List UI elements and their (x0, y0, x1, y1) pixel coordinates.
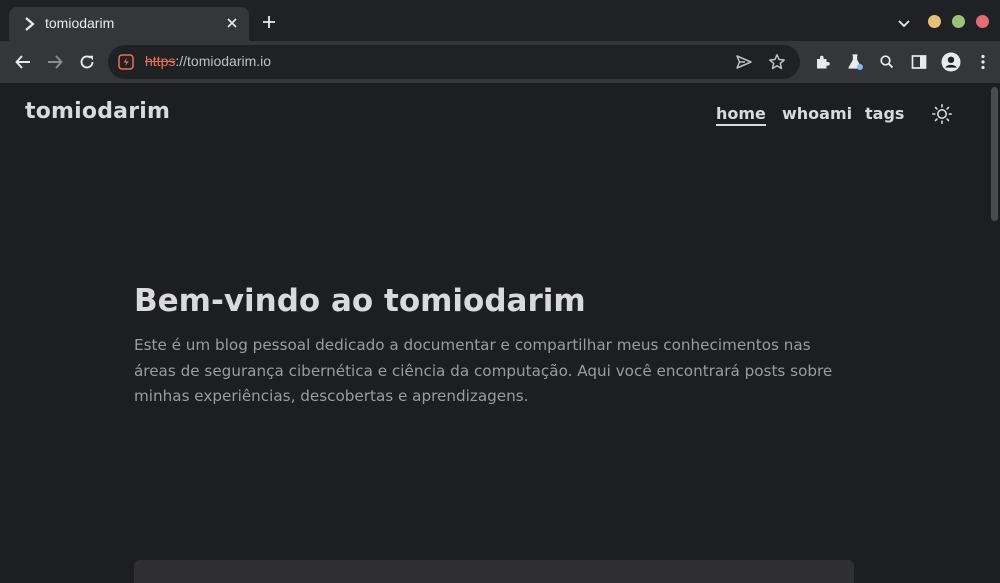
tab-search-chevron-down-icon[interactable] (897, 16, 911, 30)
url-text[interactable]: https://tomiodarim.io (145, 53, 271, 69)
close-window-button[interactable] (976, 15, 989, 28)
browser-toolbar: https://tomiodarim.io (0, 41, 1000, 83)
url-host: ://tomiodarim.io (175, 53, 272, 69)
new-tab-icon[interactable] (261, 14, 277, 30)
tab-title: tomiodarim (45, 15, 115, 31)
send-share-icon[interactable] (735, 53, 753, 71)
profile-avatar-icon[interactable] (941, 52, 961, 72)
tab-strip: tomiodarim (0, 0, 1000, 41)
scrollbar-thumb[interactable] (991, 87, 998, 221)
address-bar[interactable]: https://tomiodarim.io (108, 45, 800, 79)
home-info: Bem-vindo ao tomiodarim Este é um blog p… (134, 282, 854, 410)
hero-title: Bem-vindo ao tomiodarim (134, 283, 586, 319)
maximize-window-button[interactable] (952, 15, 965, 28)
reload-icon[interactable] (78, 53, 96, 71)
hero-description: Este é um blog pessoal dedicado a docume… (134, 336, 833, 405)
extensions-puzzle-icon[interactable] (814, 53, 832, 71)
forward-arrow-icon[interactable] (46, 53, 64, 71)
zoom-search-icon[interactable] (878, 53, 896, 71)
bookmark-star-icon[interactable] (768, 53, 786, 71)
more-menu-kebab-icon[interactable] (974, 53, 992, 71)
site-header: tomiodarim home whoami tags (0, 83, 988, 145)
nav-whoami[interactable]: whoami (782, 104, 852, 123)
page-scrollbar[interactable] (988, 83, 1000, 583)
browser-tab[interactable]: tomiodarim (9, 7, 249, 41)
site-logo[interactable]: tomiodarim (25, 99, 170, 124)
page-viewport: tomiodarim home whoami tags Bem-vindo ao… (0, 83, 1000, 583)
terminal-chevron-icon (25, 17, 35, 31)
minimize-window-button[interactable] (928, 15, 941, 28)
back-arrow-icon[interactable] (14, 53, 32, 71)
side-panel-icon[interactable] (910, 53, 928, 71)
not-secure-warning-icon[interactable] (118, 54, 134, 70)
sun-icon[interactable] (931, 103, 953, 125)
close-tab-icon[interactable] (225, 16, 239, 30)
nav-home[interactable]: home (716, 104, 766, 126)
nav-tags[interactable]: tags (865, 104, 904, 123)
post-entry-card[interactable] (134, 560, 854, 583)
labs-flask-icon[interactable] (846, 53, 864, 71)
url-scheme: https (145, 53, 176, 69)
